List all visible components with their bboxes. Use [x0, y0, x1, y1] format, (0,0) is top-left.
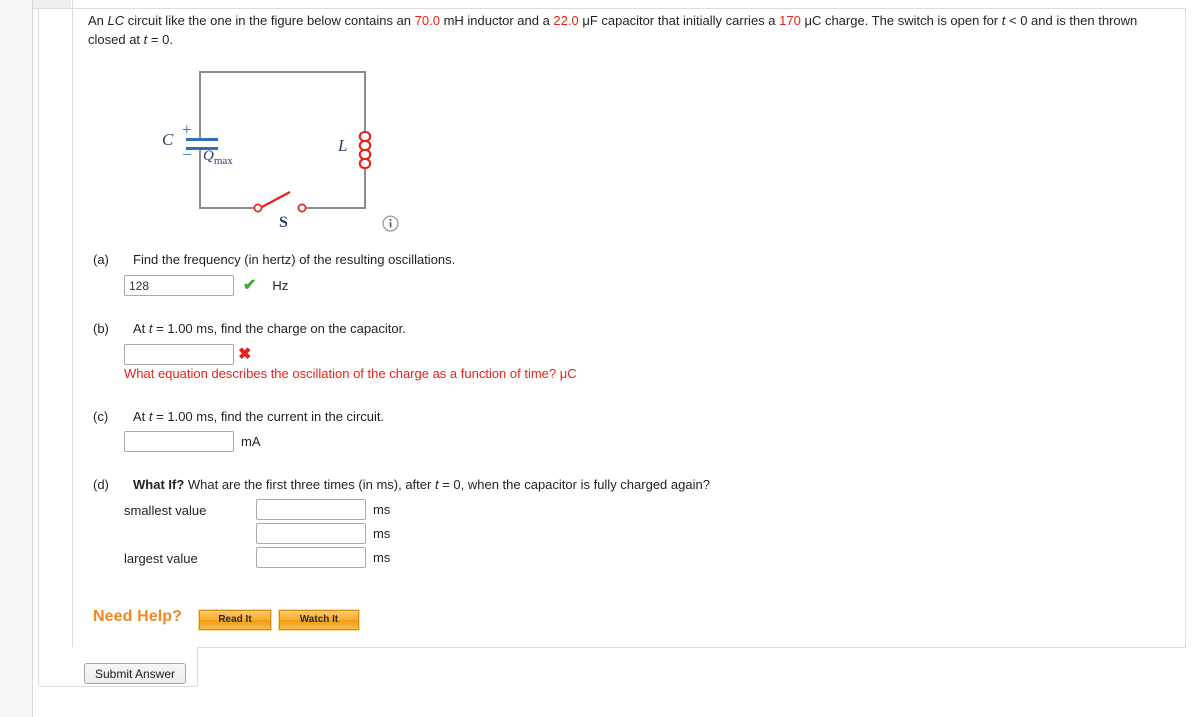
qmax-base: Q: [203, 148, 214, 164]
page-root: An LC circuit like the one in the figure…: [0, 0, 1200, 717]
submit-divider: [198, 647, 1186, 648]
capacitor-lead-bottom: [199, 149, 201, 158]
switch-label: S: [279, 214, 288, 231]
part-c-label: (c): [93, 409, 109, 424]
part-d-row-0: ms: [256, 499, 390, 520]
part-c-unit: mA: [241, 434, 261, 449]
part-b-question: At t = 1.00 ms, find the charge on the c…: [133, 321, 406, 336]
problem-statement: An LC circuit like the one in the figure…: [88, 11, 1170, 49]
submit-answer-button[interactable]: Submit Answer: [84, 663, 186, 684]
part-a-correct-icon: ✔: [243, 276, 257, 294]
inductor-label: L: [338, 136, 348, 155]
part-a-label: (a): [93, 252, 109, 267]
part-a-question: Find the frequency (in hertz) of the res…: [133, 252, 456, 267]
part-d-input-smallest[interactable]: [256, 499, 366, 520]
wire-right-upper: [364, 71, 366, 133]
part-d-row-1: ms: [256, 523, 390, 544]
part-b-input[interactable]: [124, 344, 234, 365]
part-c-input[interactable]: [124, 431, 234, 452]
part-b-label: (b): [93, 321, 109, 336]
capacitor-label: C: [162, 130, 174, 149]
part-d-question: What If? What are the first three times …: [133, 477, 710, 492]
part-a-answer-row: ✔ Hz: [124, 275, 288, 296]
part-b-answer-row: ✖: [124, 344, 251, 365]
part-a-input[interactable]: [124, 275, 234, 296]
part-d-label: (d): [93, 477, 109, 492]
capacitor-plus-sign: +: [182, 120, 192, 139]
wire-top: [199, 71, 366, 73]
wire-bottom-right: [305, 207, 366, 209]
wire-left-upper: [199, 71, 201, 131]
problem-statement-text: An LC circuit like the one in the figure…: [88, 13, 1138, 47]
wire-right-lower: [364, 168, 366, 209]
part-b-feedback-text: What equation describes the oscillation …: [124, 366, 557, 381]
part-b-incorrect-icon: ✖: [238, 345, 252, 363]
part-c-answer-row: mA: [124, 431, 261, 452]
read-it-button[interactable]: Read It: [198, 609, 272, 631]
part-d-row-0-label: smallest value: [124, 503, 207, 518]
part-d-input-largest[interactable]: [256, 547, 366, 568]
part-d-unit-1: ms: [373, 526, 391, 541]
capacitor-minus-sign: −: [182, 145, 192, 164]
part-d-input-middle[interactable]: [256, 523, 366, 544]
part-d-unit-2: ms: [373, 550, 391, 565]
watch-it-button[interactable]: Watch It: [278, 609, 360, 631]
left-gutter: [0, 0, 33, 717]
card-inner-divider: [72, 0, 73, 647]
info-icon[interactable]: [382, 215, 399, 232]
wire-left-lower: [199, 158, 201, 209]
part-d-unit-0: ms: [373, 502, 391, 517]
inductor-coil-icon: [358, 130, 372, 170]
need-help-title: Need Help?: [93, 608, 183, 625]
switch-icon: [253, 191, 307, 213]
part-d-row-2: ms: [256, 547, 390, 568]
part-b-feedback: What equation describes the oscillation …: [124, 366, 577, 381]
qmax-subscript: max: [213, 155, 233, 167]
wire-bottom-left: [199, 207, 258, 209]
part-d-row-2-label: largest value: [124, 551, 198, 566]
circuit-figure: C + − Qmax L S: [160, 58, 425, 248]
part-c-question: At t = 1.00 ms, find the current in the …: [133, 409, 385, 424]
part-a-unit: Hz: [272, 278, 289, 293]
qmax-label: Qmax: [203, 148, 233, 167]
part-b-unit: μC: [559, 366, 577, 381]
